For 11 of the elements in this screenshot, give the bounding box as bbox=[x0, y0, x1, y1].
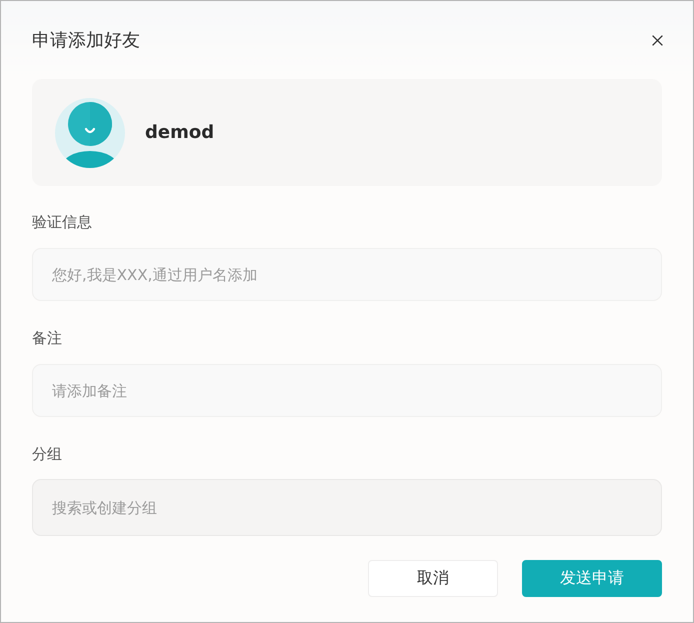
field-label: 验证信息 bbox=[32, 212, 92, 232]
group-select-field[interactable]: 搜索或创建分组 bbox=[32, 479, 662, 536]
cancel-button[interactable]: 取消 bbox=[368, 560, 498, 597]
input-field[interactable]: 请添加备注 bbox=[32, 364, 662, 417]
field-label: 备注 bbox=[32, 328, 62, 348]
avatar-icon bbox=[55, 98, 125, 168]
close-icon bbox=[652, 34, 663, 46]
field-label: 分组 bbox=[32, 444, 62, 464]
user-name: demod bbox=[145, 122, 214, 143]
input-field[interactable]: 您好,我是XXX,通过用户名添加 bbox=[32, 248, 662, 301]
dialog-title: 申请添加好友 bbox=[32, 29, 140, 52]
